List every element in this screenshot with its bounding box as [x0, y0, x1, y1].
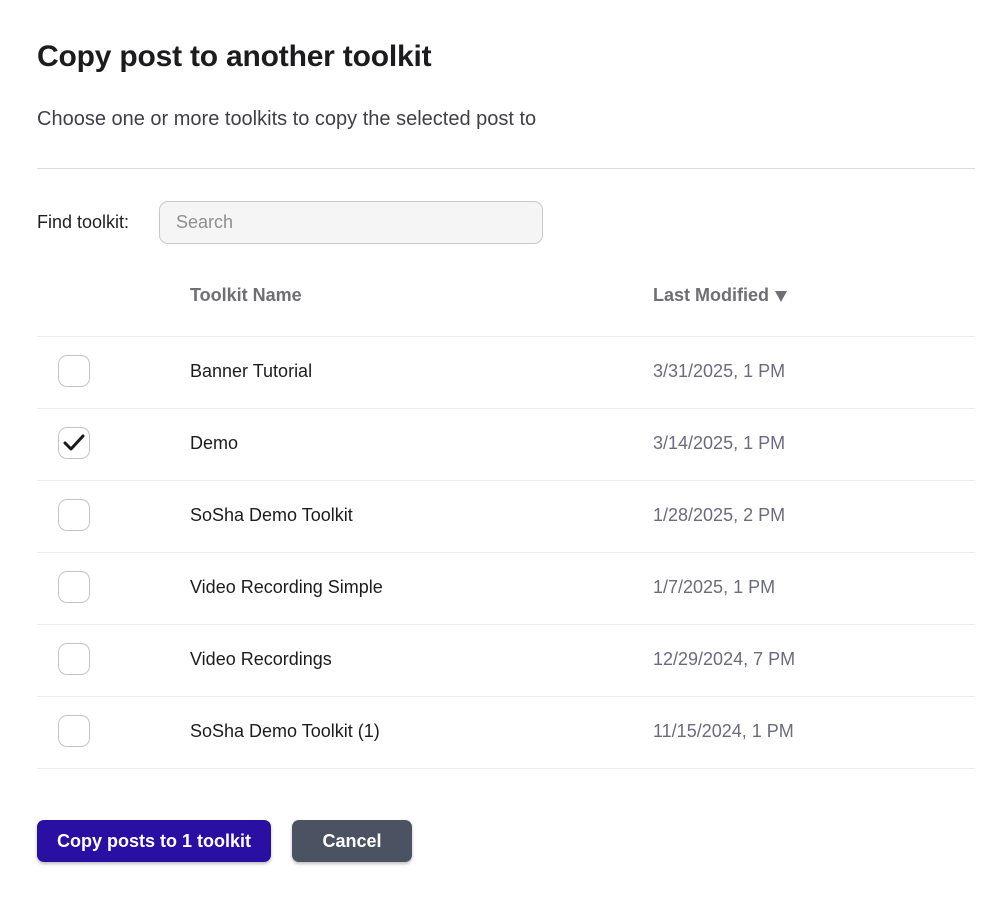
- table-header: Toolkit Name Last Modified: [37, 258, 975, 337]
- table-row: SoSha Demo Toolkit (1) 11/15/2024, 1 PM: [37, 697, 975, 769]
- search-input[interactable]: [176, 212, 542, 233]
- row-checkbox[interactable]: [58, 355, 90, 387]
- copy-posts-button[interactable]: Copy posts to 1 toolkit: [37, 820, 271, 862]
- checkmark-icon: [63, 434, 85, 451]
- column-header-last-modified-label: Last Modified: [653, 285, 769, 305]
- search-box[interactable]: [159, 201, 543, 244]
- find-toolkit-label: Find toolkit:: [37, 212, 130, 232]
- toolkit-name: Demo: [190, 433, 239, 453]
- table-row: Video Recordings 12/29/2024, 7 PM: [37, 625, 975, 697]
- column-header-last-modified[interactable]: Last Modified: [653, 285, 787, 306]
- cancel-button[interactable]: Cancel: [292, 820, 412, 862]
- toolkit-name: SoSha Demo Toolkit (1): [190, 721, 380, 741]
- dialog-title: Copy post to another toolkit: [37, 40, 432, 73]
- last-modified: 3/31/2025, 1 PM: [653, 361, 786, 381]
- table-row: Banner Tutorial 3/31/2025, 1 PM: [37, 337, 975, 409]
- last-modified: 3/14/2025, 1 PM: [653, 433, 786, 453]
- row-checkbox[interactable]: [58, 499, 90, 531]
- last-modified: 1/28/2025, 2 PM: [653, 505, 786, 525]
- sort-descending-icon[interactable]: [775, 291, 787, 302]
- toolkit-table: Toolkit Name Last Modified Banner Tutori…: [37, 258, 975, 769]
- row-checkbox[interactable]: [58, 715, 90, 747]
- toolkit-name: Banner Tutorial: [190, 361, 313, 381]
- toolkit-name: SoSha Demo Toolkit: [190, 505, 353, 525]
- last-modified: 12/29/2024, 7 PM: [653, 649, 796, 669]
- find-toolkit-row: Find toolkit:: [37, 201, 637, 244]
- dialog-subtitle: Choose one or more toolkits to copy the …: [37, 108, 537, 130]
- table-row: Video Recording Simple 1/7/2025, 1 PM: [37, 553, 975, 625]
- divider: [37, 168, 975, 169]
- row-checkbox[interactable]: [58, 571, 90, 603]
- row-checkbox[interactable]: [58, 427, 90, 459]
- last-modified: 1/7/2025, 1 PM: [653, 577, 776, 597]
- table-row: SoSha Demo Toolkit 1/28/2025, 2 PM: [37, 481, 975, 553]
- table-row: Demo 3/14/2025, 1 PM: [37, 409, 975, 481]
- toolkit-name: Video Recording Simple: [190, 577, 383, 597]
- row-checkbox[interactable]: [58, 643, 90, 675]
- column-header-toolkit-name: Toolkit Name: [190, 285, 302, 305]
- last-modified: 11/15/2024, 1 PM: [653, 721, 794, 741]
- toolkit-name: Video Recordings: [190, 649, 332, 669]
